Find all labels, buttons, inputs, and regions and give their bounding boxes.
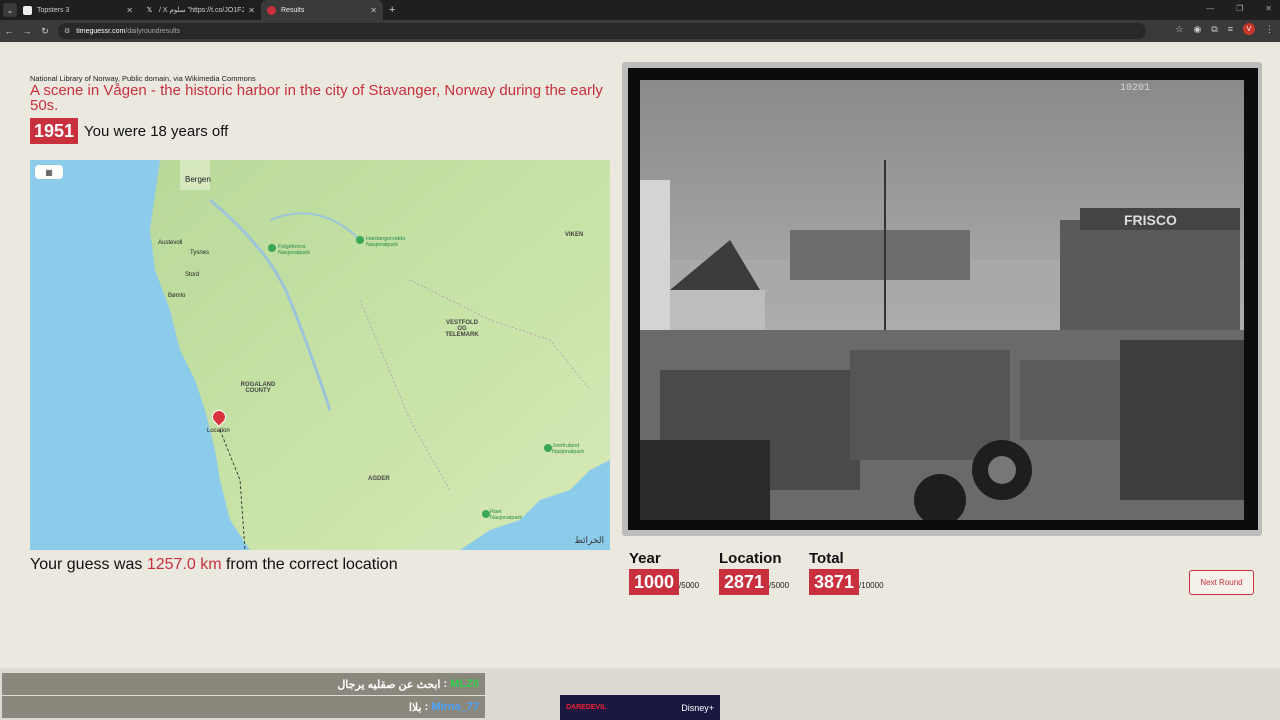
close-tab-icon[interactable]: ✕ [370, 6, 377, 15]
chat-message: Mirna_77 : بلاا [2, 696, 485, 718]
profile-avatar[interactable]: V [1243, 23, 1255, 35]
chat-message: MLZ0 : ابحث عن صقليه يرجال [2, 673, 485, 695]
timeguessr-favicon-icon [267, 5, 276, 15]
map-label-rogaland: ROGALAND COUNTY [240, 382, 276, 394]
map-label-bomlo: Bømlo [168, 293, 186, 299]
map-label-viken: VIKEN [565, 232, 584, 238]
site-info-icon[interactable]: ⚙ [64, 27, 70, 35]
reload-icon[interactable]: ↻ [36, 26, 54, 37]
tab-results[interactable]: Results ✕ [261, 0, 383, 20]
close-tab-icon[interactable]: ✕ [126, 6, 133, 15]
x-logo-icon: 𝕏 [146, 7, 153, 14]
location-score-value: 2871 [719, 569, 770, 595]
cast-icon[interactable]: ◉ [1193, 24, 1201, 35]
minimize-icon[interactable]: — [1206, 4, 1214, 13]
total-score-value: 3871 [809, 569, 860, 595]
next-round-button[interactable]: Next Round [1189, 570, 1254, 595]
browser-tab-bar: ⌄ Topsters 3 ✕ 𝕏 ‎/ X سلوم "https://t.co… [0, 0, 1280, 20]
browser-toolbar: ← → ↻ ⚙ timeguessr.com/dailyroundresults… [0, 20, 1280, 42]
close-window-icon[interactable]: ✕ [1265, 4, 1272, 13]
advertisement-banner[interactable]: DAREDEVIL Disney+ [560, 695, 720, 720]
map-label-tysnes: Tysnes [190, 250, 210, 256]
map-label-folgefonna: Folgefonna Nasjonalpark [278, 244, 311, 256]
tab-title: ‎/ X سلوم "https://t.co/JO1FJGX6DB" [159, 7, 245, 14]
toolbar-icons: ☆ ◉ ⧉ ≡ V ⋮ [1175, 23, 1274, 35]
new-tab-icon[interactable]: + [389, 4, 395, 16]
negative-number: 10201 [1120, 83, 1150, 94]
map-label-location: Location [207, 428, 230, 434]
map-label-jomfruland: Jomfruland Nasjonalpark [552, 443, 585, 455]
years-off-text: You were 18 years off [84, 122, 229, 140]
guess-distance: 1257.0 km [146, 556, 222, 573]
back-icon[interactable]: ← [0, 26, 18, 36]
browser-menu-icon[interactable]: ⋮ [1265, 24, 1274, 35]
chat-separator: : [421, 701, 432, 713]
year-score-max: /5000 [679, 581, 700, 590]
tab-x[interactable]: 𝕏 ‎/ X سلوم "https://t.co/JO1FJGX6DB" ✕ [139, 0, 261, 20]
year-result: 1951 You were 18 years off [30, 118, 228, 144]
map-terrain [150, 160, 610, 550]
tab-search-icon[interactable]: ⌄ [3, 3, 17, 17]
map-label-raet: Raet Nasjonalpark [490, 509, 523, 521]
chat-username: Mirna_77 [431, 701, 479, 713]
maps-brand: الخرائط [574, 535, 604, 545]
map-label-bergen: Bergen [185, 175, 211, 184]
chat-separator: : [440, 678, 451, 690]
historic-photo: FRISCO 10201 [628, 68, 1258, 530]
url-host: timeguessr.com [76, 27, 126, 35]
ad-brand: Disney+ [681, 702, 714, 713]
tab-title: Topsters 3 [37, 6, 70, 14]
topsters-favicon-icon [23, 5, 32, 15]
extensions-icon[interactable]: ⧉ [1211, 24, 1217, 35]
total-score-label: Total [809, 550, 844, 567]
guess-suffix: from the correct location [221, 556, 398, 573]
correct-year-badge: 1951 [30, 118, 79, 144]
photo-caption: A scene in Vågen - the historic harbor i… [30, 82, 603, 114]
tab-topsters[interactable]: Topsters 3 ✕ [17, 0, 139, 20]
location-score-max: /5000 [769, 581, 790, 590]
bookmark-star-icon[interactable]: ☆ [1175, 24, 1183, 35]
total-score: Total 3871/10000 [809, 550, 884, 595]
result-map[interactable]: ▦ Bergen Austevoll Tysnes Stord Bømlo Fo… [30, 160, 610, 550]
guess-distance-text: Your guess was 1257.0 km from the correc… [30, 556, 398, 574]
window-controls: — ❐ ✕ [1206, 4, 1272, 13]
year-score-value: 1000 [629, 569, 680, 595]
chat-username: MLZ0 [450, 678, 479, 690]
map-label-vestfold: VESTFOLD OG TELEMARK [445, 320, 479, 338]
map-label-austevoll: Austevoll [158, 240, 183, 246]
map-type-icon[interactable]: ▦ [35, 165, 63, 179]
location-score-label: Location [719, 550, 782, 567]
chat-text: بلاا [408, 701, 422, 714]
year-score: Year 1000/5000 [629, 550, 699, 595]
tab-title: Results [281, 6, 305, 14]
map-label-hardangervidda: Hardangervidda Nasjonalpark [366, 236, 406, 248]
chat-text: ابحث عن صقليه يرجال [337, 678, 441, 691]
guess-prefix: Your guess was [30, 556, 147, 573]
forward-icon[interactable]: → [18, 26, 36, 36]
close-tab-icon[interactable]: ✕ [248, 6, 255, 15]
harbor-scene-image: FRISCO 10201 [640, 80, 1244, 520]
total-score-max: /10000 [859, 581, 884, 590]
url-path: /dailyroundresults [125, 27, 181, 35]
location-score: Location 2871/5000 [719, 550, 789, 595]
restore-icon[interactable]: ❐ [1236, 4, 1243, 13]
map-label-agder: AGDER [368, 476, 390, 482]
ad-title: DAREDEVIL [566, 704, 607, 711]
year-score-label: Year [629, 550, 661, 567]
media-icon[interactable]: ≡ [1228, 24, 1233, 34]
address-bar[interactable]: ⚙ timeguessr.com/dailyroundresults [58, 23, 1146, 39]
frisco-sign: FRISCO [1124, 212, 1177, 228]
map-label-stord: Stord [185, 272, 200, 278]
